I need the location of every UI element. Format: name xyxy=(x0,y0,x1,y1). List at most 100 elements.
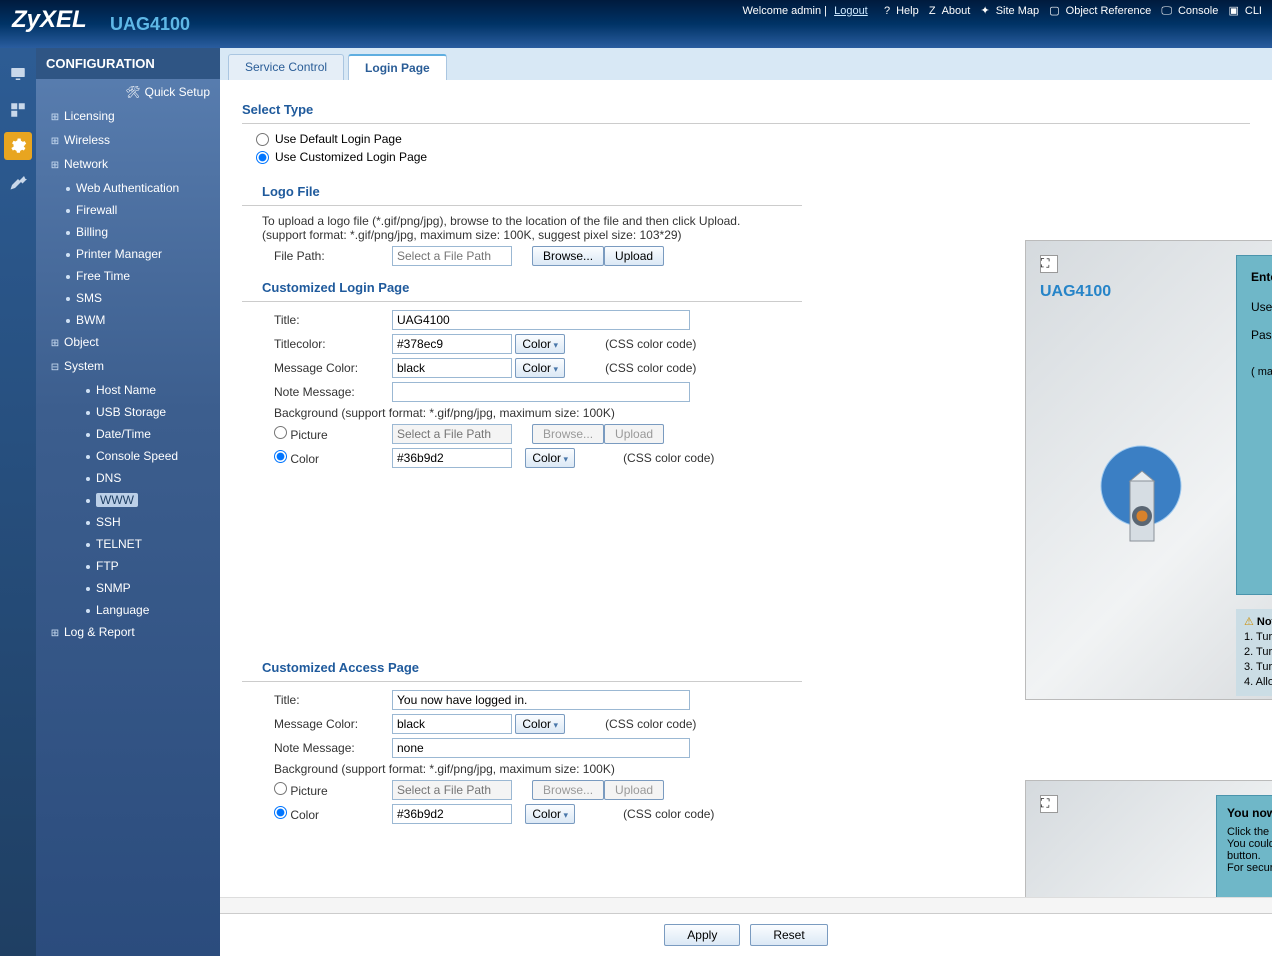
access-bgcolor-picker-button[interactable]: Color xyxy=(525,804,575,824)
sidebar-item-date-time[interactable]: Date/Time xyxy=(36,423,220,445)
sidebar-item-label: Firewall xyxy=(76,203,117,217)
label-access-bg-color: Color xyxy=(290,808,319,822)
radio-bg-picture[interactable] xyxy=(274,426,287,439)
cli-link[interactable]: CLI xyxy=(1245,5,1262,17)
sidebar-item-billing[interactable]: Billing xyxy=(36,221,220,243)
sidebar-item-snmp[interactable]: SNMP xyxy=(36,577,220,599)
expand-icon: ⊞ xyxy=(50,109,60,127)
bullet-icon xyxy=(86,543,90,547)
help-link[interactable]: Help xyxy=(896,5,919,17)
bullet-icon xyxy=(86,499,90,503)
cli-icon: ▣ xyxy=(1228,5,1238,17)
bottom-bar: Apply Reset xyxy=(220,913,1272,956)
access-bg-upload-button: Upload xyxy=(604,780,664,800)
sidebar-item-dns[interactable]: DNS xyxy=(36,467,220,489)
msgcolor-picker-button[interactable]: Color xyxy=(515,358,565,378)
label-file-path: File Path: xyxy=(242,249,392,263)
input-msgcolor[interactable] xyxy=(392,358,512,378)
sidebar-item-label: Wireless xyxy=(64,133,110,147)
apply-button[interactable]: Apply xyxy=(664,924,740,946)
radio-use-custom[interactable] xyxy=(256,151,269,164)
bgcolor-picker-button[interactable]: Color xyxy=(525,448,575,468)
access-msgcolor-picker-button[interactable]: Color xyxy=(515,714,565,734)
label-msgcolor: Message Color: xyxy=(242,361,392,375)
label-use-default: Use Default Login Page xyxy=(275,132,402,146)
radio-access-bg-color[interactable] xyxy=(274,806,287,819)
sidebar-item-free-time[interactable]: Free Time xyxy=(36,265,220,287)
sidebar-item-telnet[interactable]: TELNET xyxy=(36,533,220,555)
input-note-msg[interactable] xyxy=(392,382,690,402)
browse-button[interactable]: Browse... xyxy=(532,246,604,266)
sidebar-item-system[interactable]: ⊟System xyxy=(36,355,220,379)
login-preview-pane: ⛶ UAG4100 Enter User Name/Password and c… xyxy=(1025,240,1272,700)
radio-use-default[interactable] xyxy=(256,133,269,146)
sidebar-item-bwm[interactable]: BWM xyxy=(36,309,220,331)
hint-css-color-4: (CSS color code) xyxy=(605,717,696,731)
sidebar-item-log-report[interactable]: ⊞Log & Report xyxy=(36,621,220,645)
hint-css-color-3: (CSS color code) xyxy=(623,451,714,465)
sidebar-item-ssh[interactable]: SSH xyxy=(36,511,220,533)
input-access-title[interactable] xyxy=(392,690,690,710)
sidebar-item-web-authentication[interactable]: Web Authentication xyxy=(36,177,220,199)
radio-access-bg-picture[interactable] xyxy=(274,782,287,795)
input-title[interactable] xyxy=(392,310,690,330)
rail-dashboard-icon[interactable] xyxy=(4,96,32,124)
sidebar-item-ftp[interactable]: FTP xyxy=(36,555,220,577)
logout-link[interactable]: Logout xyxy=(834,5,868,17)
preview-note-4: 4. Allow Gears if you are using Google C… xyxy=(1244,675,1272,690)
tab-login-page[interactable]: Login Page xyxy=(348,54,447,80)
hscroll-track[interactable] xyxy=(220,897,1272,913)
reset-button[interactable]: Reset xyxy=(750,924,827,946)
sidebar-item-host-name[interactable]: Host Name xyxy=(36,379,220,401)
sidebar: CONFIGURATION 🛠Quick Setup ⊞Licensing⊞Wi… xyxy=(36,48,220,956)
about-link[interactable]: About xyxy=(942,5,971,17)
radio-bg-color[interactable] xyxy=(274,450,287,463)
input-bg-color[interactable] xyxy=(392,448,512,468)
console-link[interactable]: Console xyxy=(1178,5,1218,17)
sidebar-item-sms[interactable]: SMS xyxy=(36,287,220,309)
label-note-msg: Note Message: xyxy=(242,385,392,399)
bullet-icon xyxy=(86,521,90,525)
access-preview-pane: ⛶ You now have logged in. Click the logo… xyxy=(1025,780,1272,897)
sidebar-item-firewall[interactable]: Firewall xyxy=(36,199,220,221)
objref-link[interactable]: Object Reference xyxy=(1066,5,1152,17)
input-titlecolor[interactable] xyxy=(392,334,512,354)
tab-service-control[interactable]: Service Control xyxy=(228,54,344,80)
sidebar-item-wireless[interactable]: ⊞Wireless xyxy=(36,129,220,153)
sidebar-item-language[interactable]: Language xyxy=(36,599,220,621)
section-custom-access: Customized Access Page xyxy=(242,660,802,675)
titlecolor-picker-button[interactable]: Color xyxy=(515,334,565,354)
sidebar-item-console-speed[interactable]: Console Speed xyxy=(36,445,220,467)
upload-button[interactable]: Upload xyxy=(604,246,664,266)
console-icon: 🖵 xyxy=(1161,5,1172,17)
input-access-bg-color[interactable] xyxy=(392,804,512,824)
input-file-path[interactable] xyxy=(392,246,512,266)
quick-setup-link[interactable]: 🛠Quick Setup xyxy=(36,79,220,105)
bg-upload-button: Upload xyxy=(604,424,664,444)
sidebar-item-printer-manager[interactable]: Printer Manager xyxy=(36,243,220,265)
input-access-msgcolor[interactable] xyxy=(392,714,512,734)
expand-icon: ⊞ xyxy=(50,157,60,175)
label-bg-picture: Picture xyxy=(290,428,327,442)
brand-logo: ZyXEL xyxy=(12,6,87,34)
sidebar-item-label: BWM xyxy=(76,313,105,327)
rail-monitor-icon[interactable] xyxy=(4,60,32,88)
expand-icon: ⊞ xyxy=(50,625,60,643)
input-access-note[interactable] xyxy=(392,738,690,758)
sidebar-item-network[interactable]: ⊞Network xyxy=(36,153,220,177)
objref-icon: ▢ xyxy=(1049,5,1059,17)
sidebar-item-www[interactable]: WWW xyxy=(36,489,220,511)
sitemap-link[interactable]: Site Map xyxy=(996,5,1039,17)
sidebar-item-licensing[interactable]: ⊞Licensing xyxy=(36,105,220,129)
sidebar-item-label: Object xyxy=(64,335,99,349)
sidebar-item-usb-storage[interactable]: USB Storage xyxy=(36,401,220,423)
sidebar-item-label: SMS xyxy=(76,291,102,305)
preview-login-card: Enter User Name/Password and click to lo… xyxy=(1236,255,1272,595)
label-title: Title: xyxy=(242,313,392,327)
label-access-msgcolor: Message Color: xyxy=(242,717,392,731)
rail-maintenance-icon[interactable] xyxy=(4,168,32,196)
bullet-icon xyxy=(66,297,70,301)
rail-config-icon[interactable] xyxy=(4,132,32,160)
top-links: Welcome admin | Logout ?Help ZAbout ✦Sit… xyxy=(742,4,1266,18)
sidebar-item-object[interactable]: ⊞Object xyxy=(36,331,220,355)
